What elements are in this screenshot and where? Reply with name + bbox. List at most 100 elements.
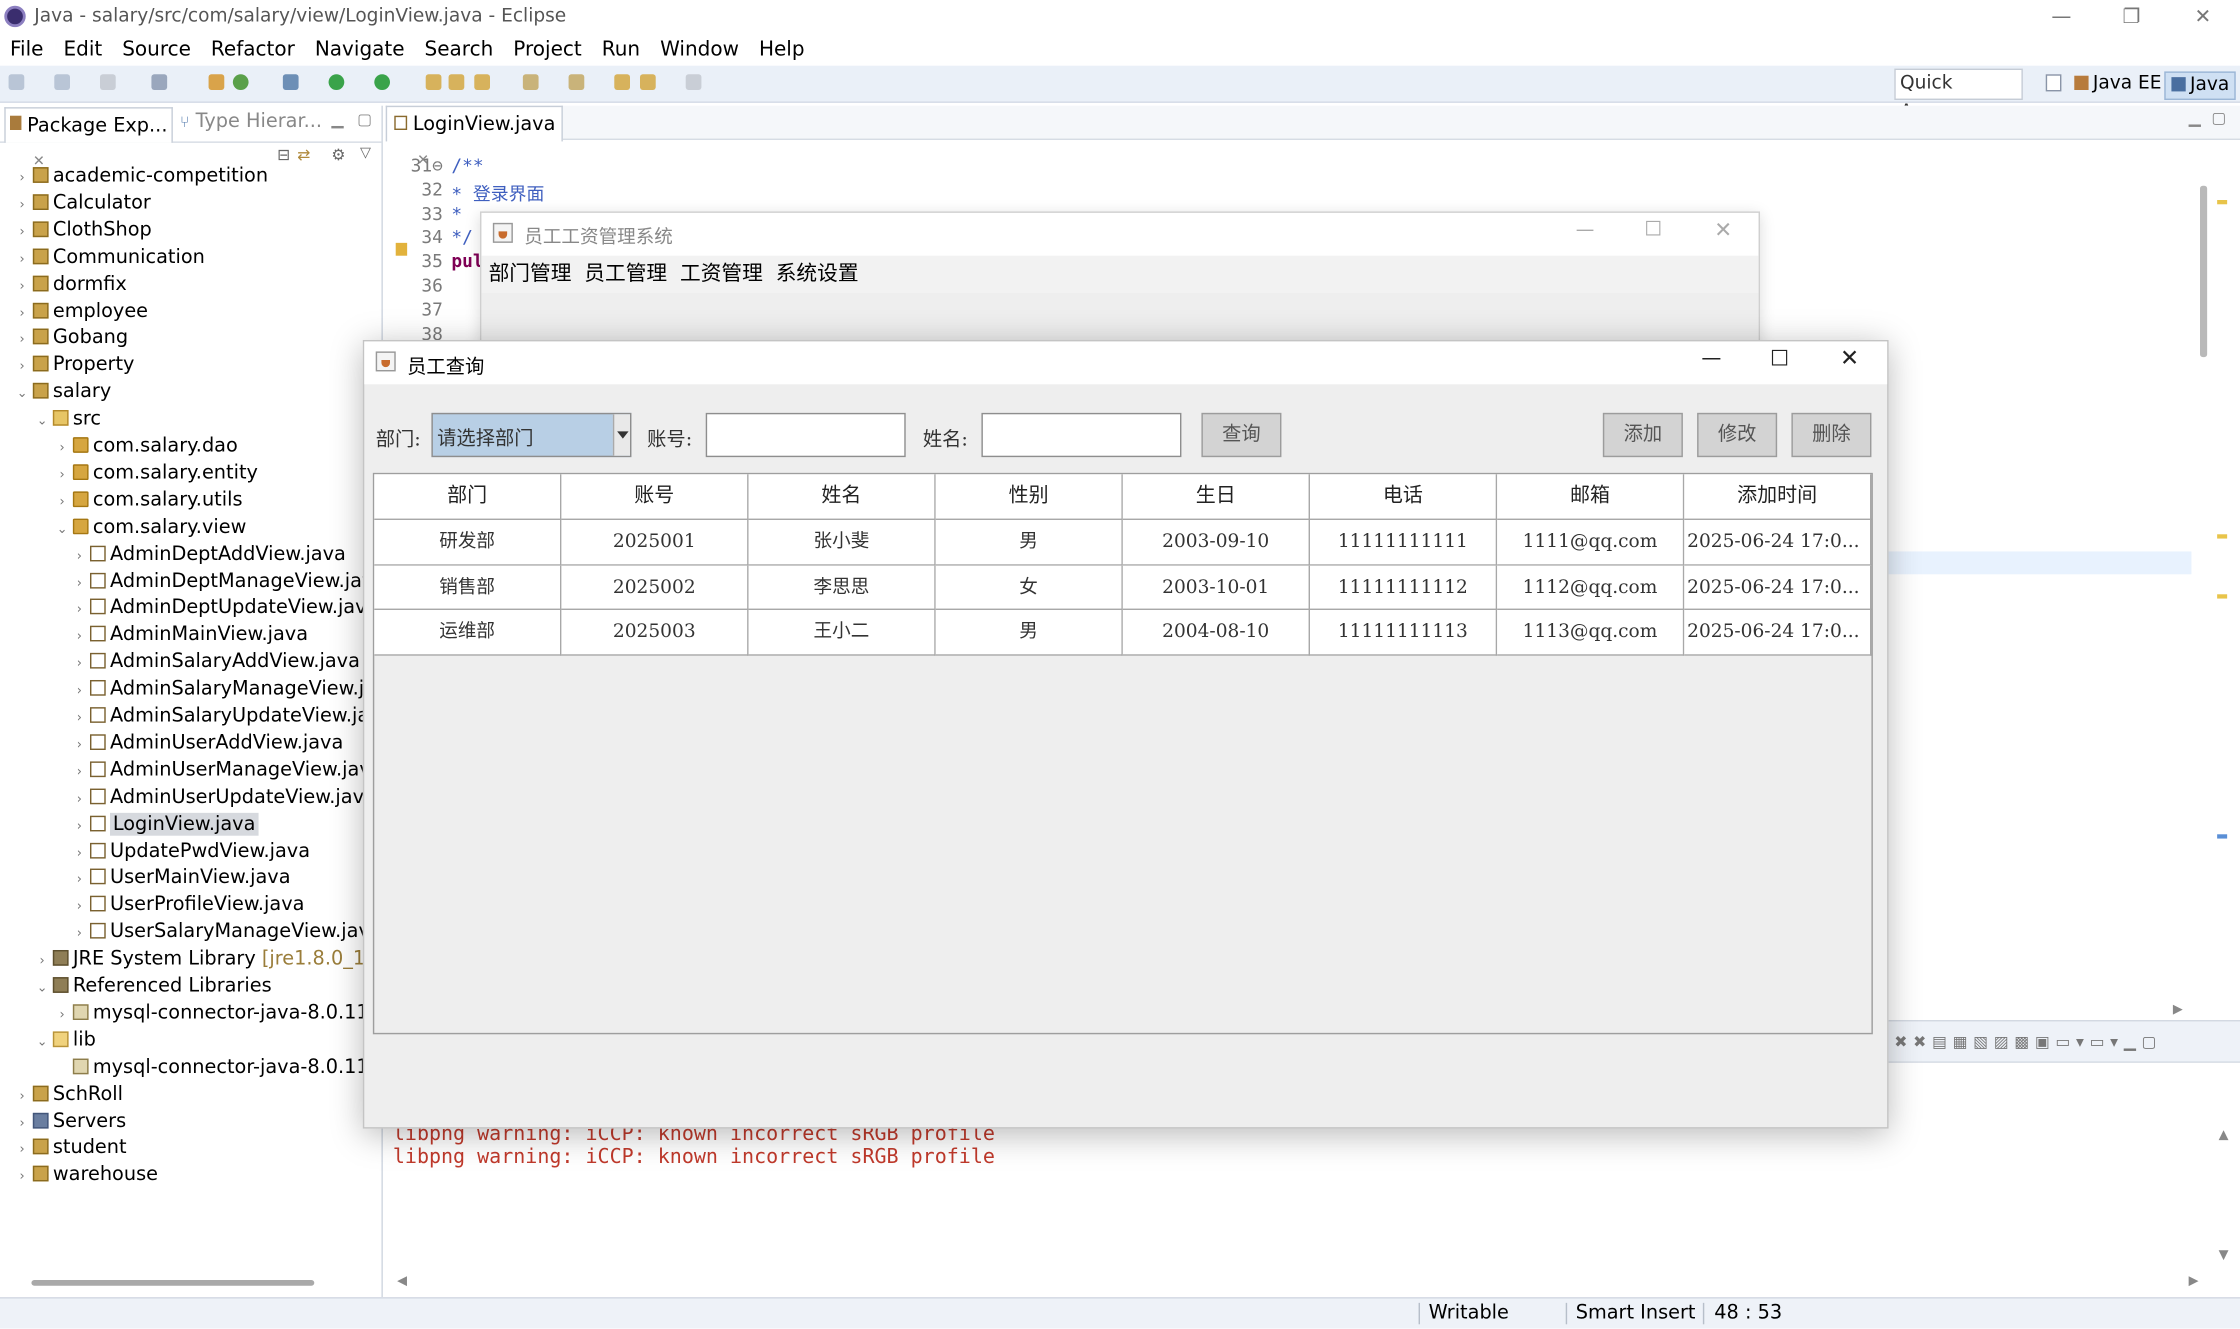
tree-item[interactable]: › employee	[0, 298, 383, 325]
save-all-icon[interactable]	[99, 74, 116, 90]
chevron-right-icon[interactable]: ›	[14, 247, 30, 271]
tree-item[interactable]: › AdminUserManageView.java	[0, 757, 383, 784]
column-header[interactable]: 部门	[374, 474, 562, 520]
minimize-button[interactable]: —	[2046, 3, 2077, 32]
chevron-right-icon[interactable]: ›	[71, 544, 87, 568]
chevron-right-icon[interactable]: ›	[14, 1084, 30, 1108]
maximize-editor-icon[interactable]: ▢	[2211, 109, 2226, 128]
chevron-right-icon[interactable]: ›	[14, 1138, 30, 1162]
maximize-view-icon[interactable]: ▢	[357, 110, 372, 129]
column-header[interactable]: 账号	[561, 474, 749, 520]
view-menu-icon[interactable]: ▽	[360, 146, 371, 162]
tree-item[interactable]: › UserMainView.java	[0, 865, 383, 892]
close-button[interactable]: ✕	[2187, 3, 2218, 32]
annotation-icon[interactable]	[522, 74, 539, 90]
chevron-right-icon[interactable]: ›	[71, 625, 87, 649]
table-row[interactable]: 运维部 2025003 王小二男 2004-08-10 11111111113 1113@…	[374, 609, 1872, 655]
open-resource-icon[interactable]	[448, 74, 465, 90]
perspective-java[interactable]: Java	[2164, 71, 2237, 100]
chevron-right-icon[interactable]: ›	[71, 922, 87, 946]
menu-search[interactable]: Search	[415, 34, 504, 64]
chevron-right-icon[interactable]: ›	[54, 490, 70, 514]
scroll-right-icon[interactable]: ▶	[2189, 1274, 2199, 1288]
tree-item[interactable]: › AdminSalaryManageView.java	[0, 676, 383, 703]
tree-item[interactable]: › AdminUserUpdateView.java	[0, 784, 383, 811]
tree-item[interactable]: › AdminDeptUpdateView.java	[0, 595, 383, 622]
tree-item[interactable]: › com.salary.dao	[0, 433, 383, 460]
tree-item[interactable]: › Property	[0, 352, 383, 379]
tab-package-explorer[interactable]: Package Exp... ✕	[4, 107, 173, 170]
chevron-down-icon[interactable]: ⌄	[34, 1030, 50, 1054]
tree-item[interactable]: › mysql-connector-java-8.0.11.jar	[0, 1000, 383, 1027]
chevron-right-icon[interactable]: ›	[14, 1111, 30, 1135]
back-icon[interactable]	[639, 74, 656, 90]
tree-item[interactable]: ⌄ src	[0, 406, 383, 433]
column-header[interactable]: 生日	[1122, 474, 1310, 520]
menu-help[interactable]: Help	[749, 34, 815, 64]
tree-item[interactable]: › com.salary.utils	[0, 487, 383, 514]
new-package-icon[interactable]	[208, 74, 225, 90]
menu-employee-manage[interactable]: 员工管理	[584, 263, 667, 286]
scroll-up-icon[interactable]: ▲	[2219, 1129, 2229, 1143]
chevron-down-icon[interactable]: ⌄	[14, 382, 30, 406]
chevron-right-icon[interactable]: ›	[54, 1003, 70, 1027]
tree-item[interactable]: › AdminSalaryUpdateView.java	[0, 703, 383, 730]
tree-item[interactable]: ⌄ salary	[0, 379, 383, 406]
tree-item[interactable]: › Gobang	[0, 325, 383, 352]
collapse-all-icon[interactable]: ⊟	[277, 146, 290, 165]
filter-icon[interactable]: ⚙	[331, 146, 345, 165]
tree-item[interactable]: ›JRE System Library [jre1.8.0_191]	[0, 946, 383, 973]
search-icon[interactable]	[474, 74, 490, 90]
chevron-right-icon[interactable]: ›	[14, 220, 30, 244]
tree-item[interactable]: › AdminUserAddView.java	[0, 730, 383, 757]
tree-item[interactable]: › Servers	[0, 1108, 383, 1135]
chevron-right-icon[interactable]: ›	[14, 274, 30, 298]
scroll-left-icon[interactable]: ◀	[397, 1274, 407, 1288]
tree-item[interactable]: › warehouse	[0, 1162, 383, 1189]
tree-item[interactable]: › academic-competition	[0, 163, 383, 190]
menu-navigate[interactable]: Navigate	[305, 34, 415, 64]
menu-run[interactable]: Run	[592, 34, 650, 64]
tab-loginview[interactable]: LoginView.java ✕	[385, 105, 563, 169]
chevron-right-icon[interactable]: ›	[71, 571, 87, 595]
salary-close-button[interactable]: ✕	[1714, 217, 1732, 243]
table-row[interactable]: 销售部 2025002 李思思女 2003-10-01 11111111112 1112@…	[374, 564, 1872, 610]
chevron-right-icon[interactable]: ›	[14, 355, 30, 379]
restore-button[interactable]: ❐	[2116, 3, 2147, 32]
tree-item[interactable]: › UpdatePwdView.java	[0, 838, 383, 865]
horizontal-scrollbar[interactable]	[31, 1279, 315, 1286]
menu-edit[interactable]: Edit	[53, 34, 112, 64]
column-header[interactable]: 性别	[935, 474, 1123, 520]
search-button[interactable]: 查询	[1201, 412, 1282, 458]
tree-item[interactable]: › dormfix	[0, 271, 383, 298]
column-header[interactable]: 电话	[1309, 474, 1498, 520]
chevron-right-icon[interactable]: ›	[71, 652, 87, 676]
console-icon[interactable]	[151, 74, 168, 90]
debug-icon[interactable]	[282, 74, 299, 90]
minimize-editor-icon[interactable]: ▁	[2189, 109, 2201, 128]
chevron-right-icon[interactable]: ›	[71, 814, 87, 838]
query-minimize-button[interactable]: —	[1701, 347, 1721, 370]
delete-button[interactable]: 删除	[1791, 412, 1872, 458]
quick-access-field[interactable]: Quick Access	[1894, 68, 2023, 123]
tree-item[interactable]: ⌄ lib	[0, 1027, 383, 1054]
next-annotation-icon[interactable]	[568, 74, 585, 90]
query-close-button[interactable]: ✕	[1840, 344, 1859, 371]
chevron-right-icon[interactable]: ›	[71, 841, 87, 865]
name-input[interactable]	[981, 412, 1182, 458]
chevron-right-icon[interactable]: ›	[14, 301, 30, 325]
chevron-down-icon[interactable]	[612, 414, 630, 456]
scroll-down-icon[interactable]: ▼	[2219, 1249, 2229, 1263]
chevron-down-icon[interactable]: ⌄	[34, 409, 50, 433]
tab-type-hierarchy[interactable]: ⑂ Type Hierar...	[180, 110, 322, 133]
chevron-right-icon[interactable]: ›	[71, 787, 87, 811]
perspective-java-ee[interactable]: Java EE	[2074, 71, 2161, 97]
new-class-icon[interactable]	[232, 74, 249, 90]
tree-item[interactable]: › AdminMainView.java	[0, 622, 383, 649]
chevron-right-icon[interactable]: ›	[71, 706, 87, 730]
chevron-right-icon[interactable]: ›	[71, 895, 87, 919]
tree-item[interactable]: › AdminDeptAddView.java	[0, 541, 383, 568]
column-header[interactable]: 添加时间	[1684, 474, 1872, 520]
forward-icon[interactable]	[685, 74, 702, 90]
chevron-right-icon[interactable]: ›	[71, 598, 87, 622]
